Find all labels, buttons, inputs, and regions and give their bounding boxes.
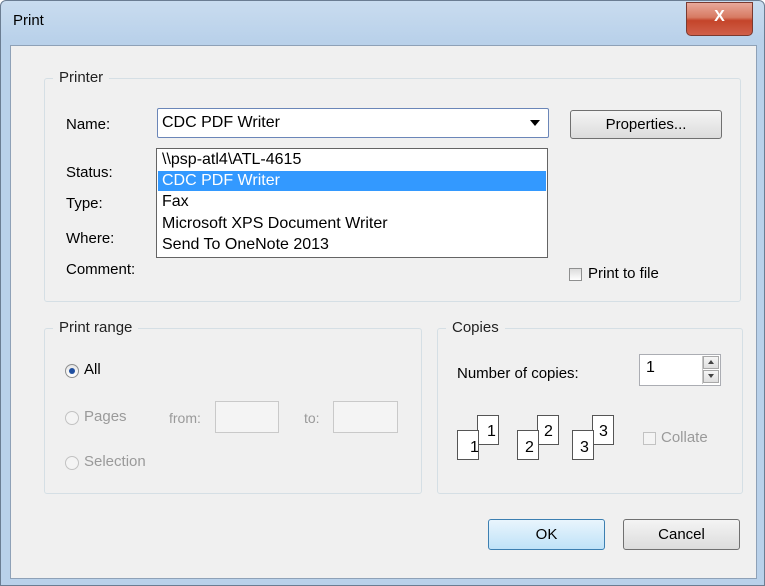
printer-name-value: CDC PDF Writer bbox=[162, 114, 280, 131]
print-to-file-checkbox[interactable] bbox=[569, 268, 582, 281]
properties-button-label: Properties... bbox=[605, 116, 687, 133]
type-label: Type: bbox=[66, 195, 103, 212]
spinner-arrows bbox=[702, 356, 719, 384]
cancel-button-label: Cancel bbox=[658, 526, 705, 543]
page-number: 2 bbox=[544, 423, 553, 440]
printer-option[interactable]: \\psp-atl4\ATL-4615 bbox=[158, 150, 546, 170]
printer-option[interactable]: Microsoft XPS Document Writer bbox=[158, 214, 546, 234]
pages-label[interactable]: Pages bbox=[84, 408, 127, 425]
ok-button-label: OK bbox=[535, 526, 558, 543]
printer-option-selected[interactable]: CDC PDF Writer bbox=[158, 171, 546, 191]
print-dialog-window: Print X Printer Name: CDC PDF Writer Pro… bbox=[0, 0, 765, 586]
printer-legend: Printer bbox=[53, 69, 110, 86]
ok-button[interactable]: OK bbox=[488, 519, 605, 550]
all-radio[interactable] bbox=[65, 364, 79, 378]
from-label: from: bbox=[169, 410, 201, 426]
close-icon: X bbox=[714, 8, 725, 25]
radio-selected-dot bbox=[69, 368, 75, 374]
printer-option[interactable]: Fax bbox=[158, 192, 546, 212]
cancel-button[interactable]: Cancel bbox=[623, 519, 740, 550]
collate-label[interactable]: Collate bbox=[661, 429, 708, 446]
printer-dropdown-list: \\psp-atl4\ATL-4615 CDC PDF Writer Fax M… bbox=[156, 148, 548, 258]
dialog-title: Print bbox=[13, 12, 44, 29]
spin-up-icon[interactable] bbox=[703, 356, 719, 369]
pages-radio[interactable] bbox=[65, 411, 79, 425]
where-label: Where: bbox=[66, 230, 115, 247]
to-input[interactable] bbox=[333, 401, 398, 433]
page-number: 1 bbox=[487, 423, 496, 440]
status-label: Status: bbox=[66, 164, 113, 181]
print-to-file-label[interactable]: Print to file bbox=[588, 265, 659, 282]
copies-value: 1 bbox=[646, 359, 655, 376]
print-range-legend: Print range bbox=[53, 319, 139, 336]
comment-label: Comment: bbox=[66, 261, 136, 278]
selection-label[interactable]: Selection bbox=[84, 453, 146, 470]
collate-checkbox[interactable] bbox=[643, 432, 656, 445]
name-label: Name: bbox=[66, 116, 111, 133]
copies-spinner[interactable]: 1 bbox=[639, 354, 721, 386]
copies-group: Copies bbox=[437, 319, 743, 494]
all-label[interactable]: All bbox=[84, 361, 101, 378]
to-label: to: bbox=[304, 410, 320, 426]
properties-button[interactable]: Properties... bbox=[570, 110, 722, 139]
spin-down-icon[interactable] bbox=[703, 370, 719, 383]
printer-name-combo[interactable]: CDC PDF Writer bbox=[157, 108, 549, 138]
from-input[interactable] bbox=[215, 401, 279, 433]
number-of-copies-label: Number of copies: bbox=[457, 365, 579, 382]
printer-option[interactable]: Send To OneNote 2013 bbox=[158, 235, 546, 255]
close-button[interactable]: X bbox=[686, 2, 753, 36]
page-number: 3 bbox=[599, 423, 608, 440]
dialog-body: Printer Name: CDC PDF Writer Properties.… bbox=[10, 45, 757, 579]
copies-legend: Copies bbox=[446, 319, 505, 336]
chevron-down-icon[interactable] bbox=[530, 120, 540, 126]
selection-radio[interactable] bbox=[65, 456, 79, 470]
